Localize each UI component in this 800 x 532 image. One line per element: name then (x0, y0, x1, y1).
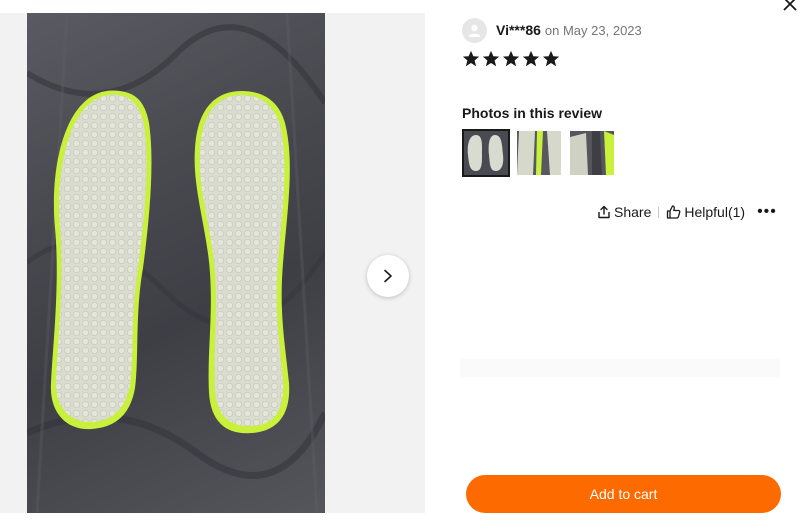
helpful-label: Helpful(1) (684, 204, 746, 220)
add-to-cart-button[interactable]: Add to cart (466, 475, 781, 513)
rating-stars (462, 50, 560, 68)
reviewer-name: Vi***86 (496, 22, 541, 38)
star-icon (482, 50, 500, 67)
thumbs-up-icon (667, 205, 681, 219)
divider (658, 206, 660, 218)
star-icon (462, 50, 480, 67)
close-icon (783, 0, 797, 11)
review-actions: Share Helpful(1) ••• (597, 203, 777, 221)
review-date: on May 23, 2023 (544, 22, 642, 38)
star-icon (542, 50, 560, 67)
photo-thumbnails (462, 129, 616, 177)
helpful-button[interactable]: Helpful(1) (666, 204, 745, 220)
share-button[interactable]: Share (597, 204, 651, 220)
reviewer-info: Vi***86 on May 23, 2023 (462, 17, 642, 43)
photo-thumbnail[interactable] (462, 129, 510, 177)
share-label: Share (614, 204, 652, 220)
photo-gallery (0, 13, 425, 513)
star-icon (502, 50, 520, 67)
photos-section-title: Photos in this review (462, 105, 603, 121)
photo-thumbnail[interactable] (515, 129, 563, 177)
share-icon (598, 205, 610, 219)
divider (460, 359, 780, 377)
avatar (462, 17, 487, 43)
next-photo-button[interactable] (367, 255, 409, 297)
photo-thumbnail[interactable] (568, 129, 616, 177)
review-modal: Vi***86 on May 23, 2023 Photos in this r… (0, 0, 800, 532)
review-photo (27, 13, 325, 513)
star-icon (522, 50, 540, 67)
more-options-button[interactable]: ••• (757, 203, 777, 221)
close-button[interactable] (778, 0, 800, 14)
chevron-right-icon (384, 269, 392, 283)
user-avatar-icon (468, 24, 481, 37)
